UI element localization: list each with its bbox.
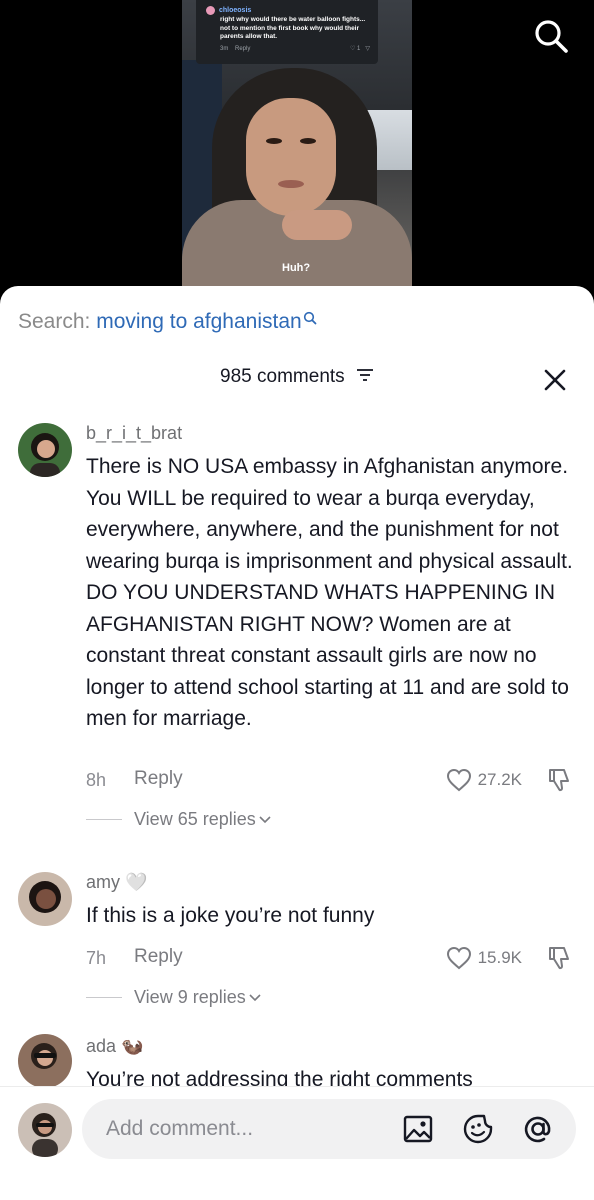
- mention-icon[interactable]: [522, 1113, 554, 1145]
- lips: [278, 180, 304, 188]
- left-eye: [266, 138, 282, 144]
- inset-meta: 3m Reply ♡ 1 ▽: [206, 45, 370, 54]
- reply-button[interactable]: Reply: [134, 946, 183, 968]
- comment-username[interactable]: ada 🦦: [86, 1036, 143, 1057]
- heart-icon: [446, 946, 471, 970]
- video-reply-comment: chloeosis right why would there be water…: [196, 0, 378, 64]
- otter-badge-icon: 🦦: [121, 1036, 144, 1056]
- search-term[interactable]: moving to afghanistan: [96, 310, 301, 333]
- comment-username[interactable]: amy 🤍: [86, 872, 147, 893]
- comment-count[interactable]: 985 comments: [0, 366, 594, 388]
- chevron-down-icon: [259, 816, 271, 824]
- close-icon[interactable]: [541, 366, 569, 394]
- comment-time: 7h: [86, 948, 107, 968]
- like-button[interactable]: 15.9K: [446, 944, 522, 972]
- comment-meta: 7h Reply 15.9K: [86, 944, 576, 974]
- view-replies-text: View 65 replies: [134, 808, 256, 829]
- user-avatar[interactable]: [18, 1103, 72, 1157]
- inset-reply: Reply: [235, 45, 251, 52]
- replies-divider: [86, 996, 122, 998]
- avatar[interactable]: [18, 1034, 72, 1088]
- video-player[interactable]: chloeosis right why would there be water…: [0, 0, 594, 300]
- comments-header: 985 comments: [0, 366, 594, 396]
- inset-likes: 1: [357, 45, 361, 52]
- avatar[interactable]: [18, 423, 72, 477]
- search-term-icon: [303, 311, 317, 325]
- inset-text: right why would there be water balloon f…: [220, 16, 366, 40]
- inset-dislike-icon: ▽: [365, 45, 370, 52]
- dislike-icon[interactable]: [546, 766, 574, 794]
- right-eye: [300, 138, 316, 144]
- search-icon[interactable]: [532, 17, 570, 55]
- hand: [282, 210, 352, 240]
- inset-username: chloeosis: [206, 6, 370, 15]
- comment-input-wrapper: [82, 1099, 576, 1159]
- heart-badge-icon: 🤍: [125, 872, 148, 892]
- filter-icon[interactable]: [356, 368, 374, 382]
- image-icon[interactable]: [402, 1113, 434, 1145]
- comment-time: 8h: [86, 770, 107, 790]
- search-prefix: Search:: [18, 310, 91, 333]
- inset-heart-icon: ♡: [349, 45, 356, 52]
- like-button[interactable]: 27.2K: [446, 766, 522, 794]
- comment-username[interactable]: b_r_i_t_brat: [86, 423, 182, 444]
- inset-time: 3m: [220, 45, 229, 52]
- view-replies-button[interactable]: View 9 replies: [86, 985, 261, 1009]
- avatar[interactable]: [18, 872, 72, 926]
- comment-text: There is NO USA embassy in Afghanistan a…: [86, 455, 573, 730]
- like-count: 15.9K: [477, 948, 522, 967]
- view-replies-button[interactable]: View 65 replies: [86, 807, 271, 831]
- comment-text: If this is a joke you’re not funny: [86, 904, 375, 927]
- search-suggestion[interactable]: Search: moving to afghanistan: [18, 310, 317, 334]
- face: [246, 98, 336, 216]
- view-replies-text: View 9 replies: [134, 986, 246, 1007]
- replies-divider: [86, 818, 122, 820]
- video-caption: Huh?: [282, 262, 311, 274]
- comment-input[interactable]: [106, 1099, 396, 1159]
- comment-composer: [0, 1086, 594, 1200]
- comments-sheet: Search: moving to afghanistan 985 commen…: [0, 286, 594, 1200]
- comment-meta: 8h Reply 27.2K: [86, 766, 576, 796]
- heart-icon: [446, 768, 471, 792]
- reply-button[interactable]: Reply: [134, 768, 183, 790]
- emoji-icon[interactable]: [462, 1113, 494, 1145]
- dislike-icon[interactable]: [546, 944, 574, 972]
- inset-avatar: [206, 6, 215, 15]
- like-count: 27.2K: [477, 770, 522, 789]
- chevron-down-icon: [249, 994, 261, 1002]
